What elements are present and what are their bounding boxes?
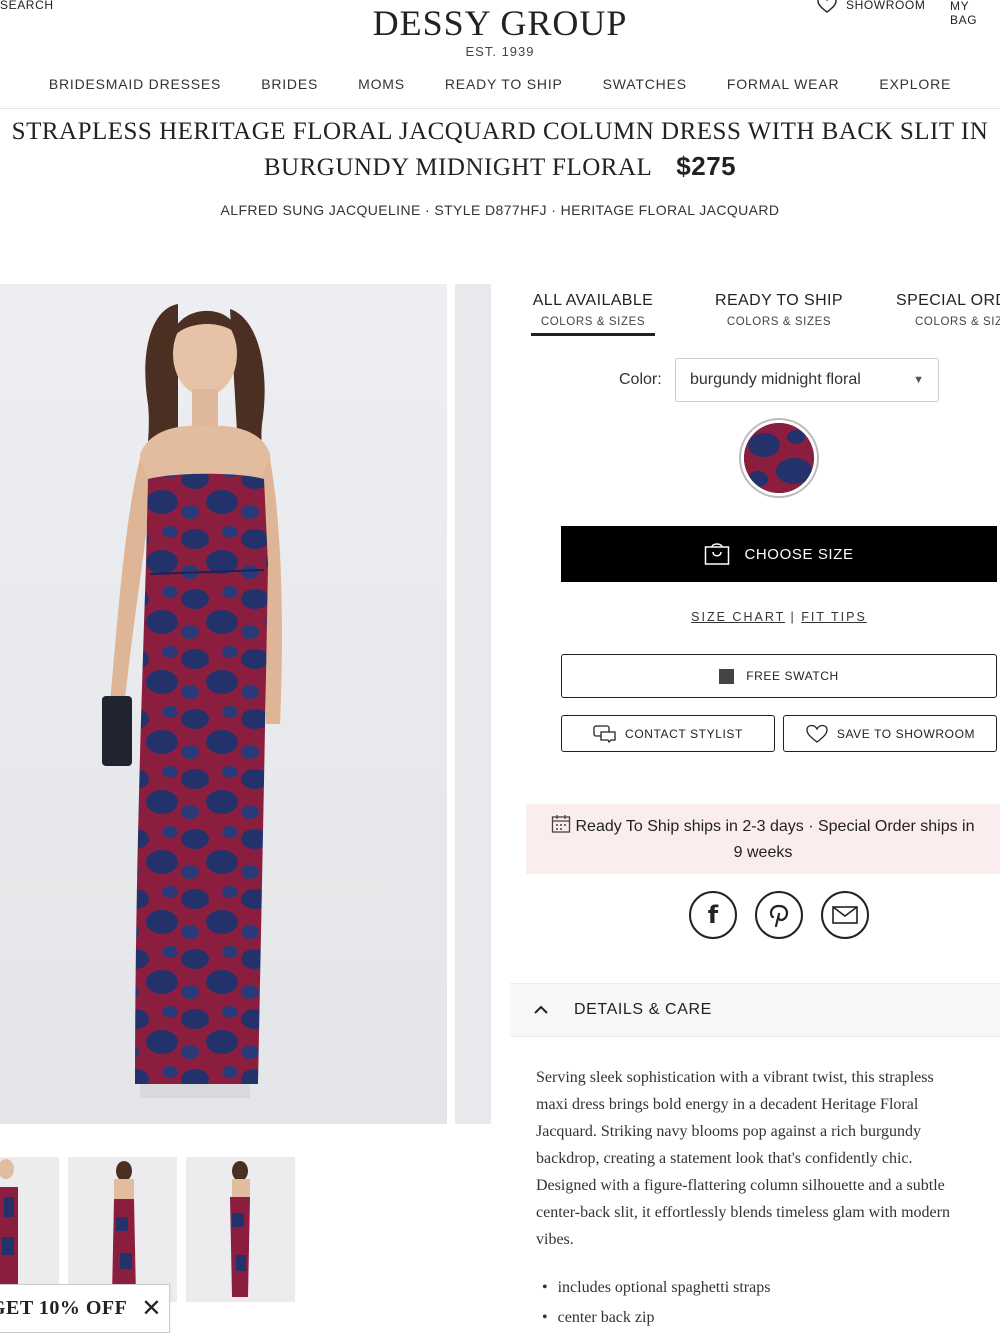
color-swatch[interactable]	[739, 418, 819, 498]
chevron-up-icon	[534, 1005, 548, 1014]
product-price: $275	[676, 151, 737, 181]
tab-all-available-sub: COLORS & SIZES	[540, 316, 646, 328]
nav-bridesmaid-dresses[interactable]: BRIDESMAID DRESSES	[29, 76, 241, 92]
size-links-separator: |	[790, 610, 796, 624]
free-swatch-label: FREE SWATCH	[746, 669, 839, 683]
nav-swatches[interactable]: SWATCHES	[583, 76, 707, 92]
choose-size-label: CHOOSE SIZE	[744, 545, 854, 563]
product-description: Serving sleek sophistication with a vibr…	[536, 1064, 1000, 1253]
size-links: SIZE CHART | FIT TIPS	[561, 610, 997, 624]
heart-icon	[817, 0, 837, 13]
showroom-label: SHOWROOM	[846, 0, 926, 12]
feature-item: includes optional spaghetti straps	[558, 1273, 771, 1303]
thumbnail-3[interactable]	[186, 1157, 295, 1302]
shipping-line1: Ready To Ship ships in 2-3 days · Specia…	[575, 818, 975, 835]
calendar-icon	[552, 815, 571, 833]
nav-explore[interactable]: EXPLORE	[859, 76, 971, 92]
my-bag-link[interactable]: MY BAG	[950, 0, 1000, 27]
tab-special-order-label: SPECIAL ORDER	[896, 292, 1000, 309]
tab-all-available[interactable]: ALL AVAILABLE COLORS & SIZES	[531, 292, 655, 328]
swatch-square-icon	[719, 668, 735, 684]
tab-ready-to-ship[interactable]: READY TO SHIP COLORS & SIZES	[712, 292, 846, 328]
envelope-icon	[832, 906, 858, 924]
thumbnail-2[interactable]	[68, 1157, 177, 1302]
description-line: vibes.	[536, 1231, 574, 1248]
active-tab-underline	[531, 333, 655, 336]
tab-special-order-sub: COLORS & SIZES	[915, 316, 1000, 328]
color-select-value: burgundy midnight floral	[690, 371, 861, 388]
feature-list: includes optional spaghetti straps cente…	[558, 1273, 771, 1333]
thumbnail-2-illustration	[112, 1161, 136, 1297]
product-title: STRAPLESS HERITAGE FLORAL JACQUARD COLUM…	[0, 114, 1000, 185]
main-nav: BRIDESMAID DRESSES BRIDES MOMS READY TO …	[0, 76, 1000, 92]
shipping-line2: 9 weeks	[733, 844, 793, 861]
save-to-showroom-button[interactable]: SAVE TO SHOWROOM	[783, 715, 997, 752]
shipping-line1-row: Ready To Ship ships in 2-3 days · Specia…	[526, 814, 1000, 840]
swatch-fabric	[744, 423, 814, 493]
pinterest-icon	[769, 904, 789, 928]
product-title-line1: STRAPLESS HERITAGE FLORAL JACQUARD COLUM…	[11, 118, 989, 145]
free-swatch-button[interactable]: FREE SWATCH	[561, 654, 997, 698]
color-select[interactable]: burgundy midnight floral ▼	[675, 358, 939, 402]
dress-model-illustration	[102, 304, 282, 1098]
contact-stylist-button[interactable]: CONTACT STYLIST	[561, 715, 775, 752]
heart-icon	[806, 724, 828, 743]
description-line: Designed with a figure-flattering column…	[536, 1177, 945, 1194]
details-care-accordion[interactable]: DETAILS & CARE	[510, 983, 1000, 1037]
description-line: center-back slit, it effortlessly blends…	[536, 1204, 950, 1221]
product-subtitle: ALFRED SUNG JACQUELINE · STYLE D877HFJ ·…	[220, 202, 780, 218]
details-care-heading: DETAILS & CARE	[574, 1001, 712, 1018]
header-divider	[0, 108, 1000, 109]
nav-moms[interactable]: MOMS	[338, 76, 425, 92]
product-title-line2-row: BURGUNDY MIDNIGHT FLORAL $275	[0, 149, 1000, 185]
facebook-icon: f	[707, 901, 719, 929]
save-to-showroom-label: SAVE TO SHOWROOM	[836, 726, 976, 741]
tab-special-order[interactable]: SPECIAL ORDER COLORS & SIZES	[896, 292, 1000, 328]
size-chart-link[interactable]: SIZE CHART	[691, 610, 785, 624]
product-main-image[interactable]	[0, 284, 447, 1124]
nav-formal-wear[interactable]: FORMAL WEAR	[707, 76, 860, 92]
close-icon[interactable]: ✕	[141, 1294, 161, 1323]
promo-text: GET 10% OFF	[0, 1297, 128, 1319]
product-title-line2: BURGUNDY MIDNIGHT FLORAL	[263, 154, 653, 181]
swatch-pattern	[744, 423, 814, 493]
tab-ready-to-ship-label: READY TO SHIP	[715, 292, 843, 309]
bag-icon	[705, 543, 730, 565]
email-share-button[interactable]	[821, 891, 869, 939]
product-next-image-peek[interactable]	[455, 284, 491, 1124]
chevron-down-icon: ▼	[913, 374, 924, 386]
description-line: Serving sleek sophistication with a vibr…	[536, 1069, 934, 1086]
feature-item: center back zip	[558, 1303, 770, 1333]
description-line: maxi dress brings bold energy in a decad…	[536, 1096, 919, 1113]
description-line: backdrop, creating a statement look that…	[536, 1150, 913, 1167]
description-line: Jacquard. Striking navy blooms pop again…	[536, 1123, 921, 1140]
thumbnail-1[interactable]	[0, 1157, 59, 1302]
brand-established: EST. 1939	[465, 44, 535, 59]
tab-ready-to-ship-sub: COLORS & SIZES	[726, 316, 832, 328]
shipping-info-banner: Ready To Ship ships in 2-3 days · Specia…	[526, 804, 1000, 874]
pinterest-share-button[interactable]	[755, 891, 803, 939]
facebook-share-button[interactable]: f	[689, 891, 737, 939]
chat-icon	[593, 724, 616, 743]
thumbnail-1-illustration	[0, 1159, 18, 1302]
thumbnail-3-illustration	[230, 1161, 250, 1297]
choose-size-button[interactable]: CHOOSE SIZE	[561, 526, 997, 582]
promo-popup-tab[interactable]: GET 10% OFF ✕	[0, 1284, 170, 1333]
nav-ready-to-ship[interactable]: READY TO SHIP	[425, 76, 583, 92]
showroom-link[interactable]: SHOWROOM	[816, 0, 925, 14]
contact-stylist-label: CONTACT STYLIST	[625, 726, 743, 741]
nav-brides[interactable]: BRIDES	[241, 76, 338, 92]
tab-all-available-label: ALL AVAILABLE	[532, 292, 654, 309]
fit-tips-link[interactable]: FIT TIPS	[801, 610, 867, 624]
color-label: Color:	[619, 371, 662, 388]
